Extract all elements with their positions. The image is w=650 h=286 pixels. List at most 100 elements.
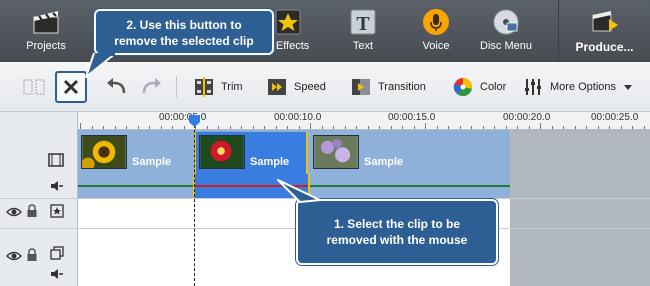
ruler-label: 00:00:20.0 bbox=[503, 112, 551, 123]
ruler-tick bbox=[620, 126, 622, 129]
eye-icon[interactable] bbox=[6, 206, 22, 218]
speaker-mute-icon[interactable] bbox=[50, 180, 64, 192]
split-button[interactable] bbox=[22, 72, 46, 102]
more-options-label: More Options bbox=[550, 81, 617, 93]
toolbar-divider bbox=[176, 76, 177, 98]
ruler-tick bbox=[252, 126, 254, 129]
clip-purple-flower[interactable]: Sample bbox=[310, 132, 510, 172]
clapperboard-icon bbox=[33, 11, 59, 34]
ruler-tick bbox=[333, 126, 334, 129]
ruler-tick bbox=[172, 126, 173, 129]
split-clip-icon bbox=[23, 79, 45, 95]
text-t-icon: T bbox=[350, 9, 376, 35]
clip-label: Sample bbox=[132, 156, 172, 168]
ruler-tick bbox=[356, 126, 357, 129]
playhead-marker-icon[interactable] bbox=[188, 114, 201, 128]
trim-film-icon bbox=[195, 77, 213, 97]
more-options-button[interactable]: More Options bbox=[522, 72, 634, 102]
clip-label: Sample bbox=[364, 156, 404, 168]
sunflower-thumbnail bbox=[81, 135, 127, 169]
lock-icon[interactable] bbox=[26, 204, 38, 218]
ruler-tick bbox=[632, 126, 633, 129]
speed-film-icon bbox=[268, 79, 286, 95]
clip-red-flower-selected[interactable]: Sample bbox=[194, 132, 308, 174]
ruler-tick bbox=[425, 123, 426, 129]
clip-sunflower[interactable]: Sample bbox=[78, 132, 194, 172]
ruler-tick bbox=[609, 126, 610, 129]
voice-button[interactable]: Voice bbox=[404, 0, 468, 62]
ruler-tick bbox=[643, 126, 645, 129]
callout-pointer bbox=[85, 53, 117, 78]
ruler-tick bbox=[275, 126, 277, 129]
ruler-tick bbox=[310, 123, 311, 129]
redo-button[interactable] bbox=[138, 72, 164, 102]
ruler-tick bbox=[574, 126, 576, 129]
video-track-film-icon bbox=[48, 153, 64, 167]
produce-button[interactable]: Produce... bbox=[558, 0, 650, 62]
speed-label: Speed bbox=[294, 81, 326, 93]
layers-icon bbox=[50, 246, 64, 260]
ruler-label: 00:00:15.0 bbox=[388, 112, 436, 123]
clip-label: Sample bbox=[250, 156, 290, 168]
callout-text: 2. Use this button to bbox=[126, 18, 242, 32]
ruler-tick bbox=[264, 126, 265, 129]
ruler-tick bbox=[459, 126, 461, 129]
ruler-tick bbox=[367, 126, 369, 129]
color-label: Color bbox=[480, 81, 507, 93]
disc-icon bbox=[493, 9, 519, 35]
trim-button[interactable]: Trim bbox=[193, 72, 243, 102]
transition-icon bbox=[352, 79, 370, 95]
ruler-tick bbox=[80, 123, 81, 129]
color-wheel-icon bbox=[453, 77, 473, 97]
ruler-tick bbox=[114, 126, 116, 129]
disc-menu-label: Disc Menu bbox=[480, 40, 532, 52]
purple-flower-thumbnail bbox=[313, 135, 359, 169]
ruler-tick bbox=[551, 126, 553, 129]
speed-button[interactable]: Speed bbox=[266, 72, 326, 102]
ruler-tick bbox=[229, 126, 231, 129]
ruler-tick bbox=[321, 126, 323, 129]
ruler-tick bbox=[597, 126, 599, 129]
color-button[interactable]: Color bbox=[452, 72, 506, 102]
app-window: Projects o Effects T Text Voice Disc Men… bbox=[0, 0, 650, 286]
ruler-tick bbox=[413, 126, 415, 129]
produce-film-icon bbox=[592, 11, 618, 32]
ruler-tick bbox=[103, 126, 104, 129]
ruler-tick bbox=[517, 126, 518, 129]
lock-icon[interactable] bbox=[26, 248, 38, 262]
ruler-tick bbox=[540, 123, 541, 129]
overlay-star-icon bbox=[50, 204, 64, 218]
text-button[interactable]: T Text bbox=[330, 0, 396, 62]
close-x-icon bbox=[63, 79, 79, 95]
redo-icon bbox=[142, 78, 161, 94]
produce-label: Produce... bbox=[575, 40, 634, 54]
sliders-icon bbox=[525, 79, 541, 95]
voice-label: Voice bbox=[422, 40, 450, 52]
eye-icon[interactable] bbox=[6, 250, 22, 262]
ruler-tick bbox=[563, 126, 564, 129]
microphone-icon bbox=[423, 9, 449, 35]
disc-menu-button[interactable]: Disc Menu bbox=[472, 0, 540, 62]
ruler-tick bbox=[91, 126, 93, 129]
callout-text: 1. Select the clip to be bbox=[333, 217, 461, 231]
transition-button[interactable]: Transition bbox=[350, 72, 426, 102]
speaker-mute-icon[interactable] bbox=[50, 268, 64, 280]
ruler-tick bbox=[379, 126, 380, 129]
ruler-tick bbox=[448, 126, 449, 129]
chevron-down-icon bbox=[624, 85, 633, 90]
svg-text:T: T bbox=[356, 13, 370, 35]
callout-pointer bbox=[277, 179, 321, 203]
timeline-ruler[interactable]: 00:00:05.0 00:00:10.0 00:00:15.0 00:00:2… bbox=[78, 112, 650, 130]
ruler-tick bbox=[505, 126, 507, 129]
transition-label: Transition bbox=[378, 81, 426, 93]
callout-text: removed with the mouse bbox=[326, 233, 468, 247]
ruler-tick bbox=[206, 126, 208, 129]
ruler-tick bbox=[390, 126, 392, 129]
projects-button[interactable]: Projects bbox=[0, 0, 92, 62]
ruler-tick bbox=[149, 126, 150, 129]
red-flower-thumbnail bbox=[199, 135, 245, 169]
ruler-tick bbox=[126, 126, 127, 129]
playhead-line[interactable] bbox=[194, 120, 195, 286]
ruler-tick bbox=[402, 126, 403, 129]
ruler-tick bbox=[494, 126, 495, 129]
